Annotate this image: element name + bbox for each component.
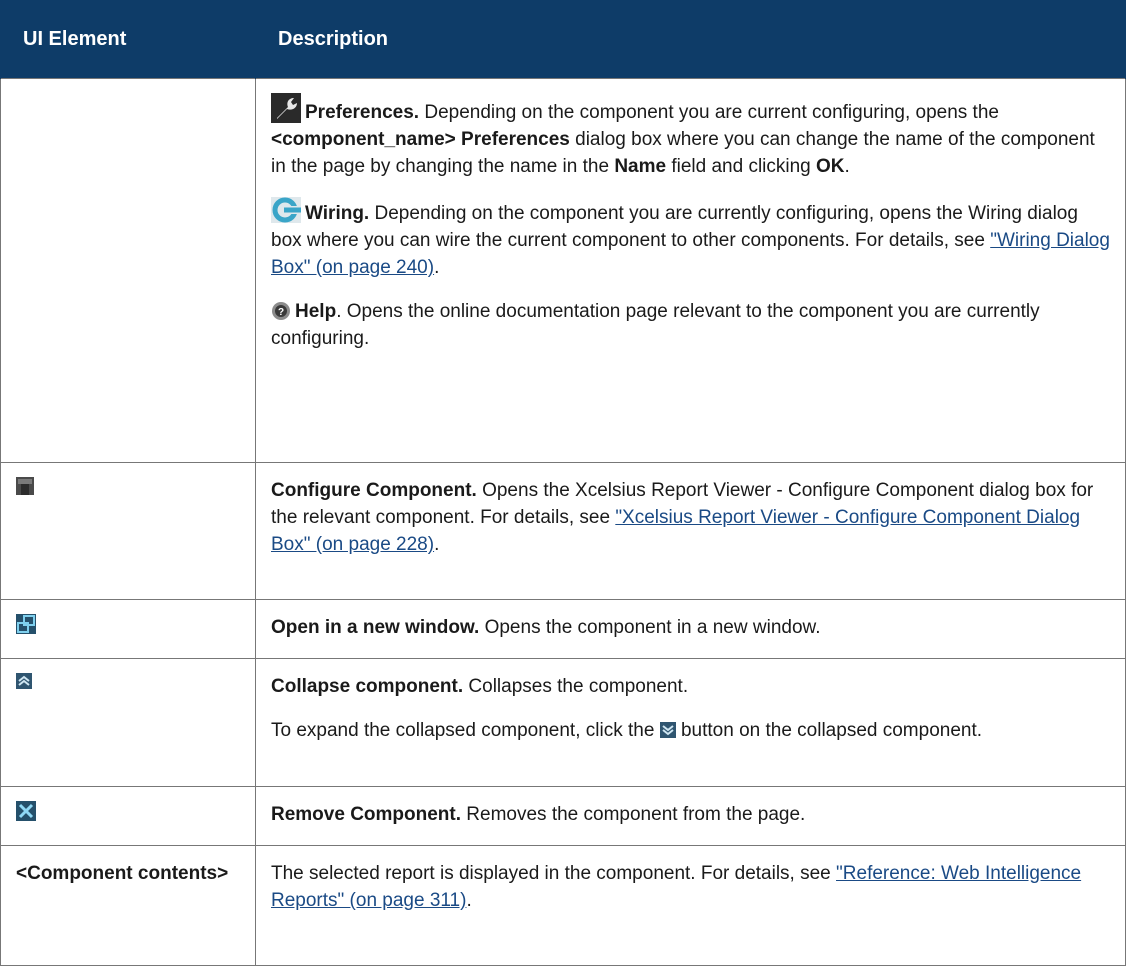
description-cell: Remove Component. Removes the component …: [255, 786, 1126, 846]
table-row: Collapse component. Collapses the compon…: [0, 658, 1126, 787]
remove-icon: [16, 801, 36, 821]
ui-element-cell: [0, 462, 256, 600]
ui-element-cell: [0, 78, 256, 463]
description-cell: Collapse component. Collapses the compon…: [255, 658, 1126, 787]
ui-element-cell: [0, 658, 256, 787]
preferences-text-3: field and clicking: [666, 156, 817, 177]
wiring-icon: [271, 197, 301, 223]
header-description: Description: [255, 0, 1126, 79]
ui-element-cell: [0, 786, 256, 846]
help-icon: ?: [272, 302, 290, 320]
preferences-text-4: .: [844, 156, 850, 177]
expand-paragraph: To expand the collapsed component, click…: [271, 717, 1110, 744]
wiring-title: Wiring.: [305, 203, 370, 224]
wrench-icon: [271, 93, 301, 123]
preferences-dialog-name: <component_name> Preferences: [271, 129, 570, 150]
expand-text-2: button on the collapsed component.: [675, 720, 983, 741]
description-cell: Configure Component. Opens the Xcelsius …: [255, 462, 1126, 600]
table-header-row: UI Element Description: [0, 0, 1126, 79]
collapse-paragraph: Collapse component. Collapses the compon…: [271, 673, 1110, 700]
table-row: Open in a new window. Opens the componen…: [0, 599, 1126, 659]
contents-paragraph: The selected report is displayed in the …: [271, 860, 1110, 914]
table-row: <Component contents> The selected report…: [0, 845, 1126, 966]
preferences-paragraph: Preferences. Depending on the component …: [271, 93, 1110, 180]
expand-icon: [659, 722, 676, 738]
ui-element-cell: <Component contents>: [0, 845, 256, 966]
help-title: Help: [295, 301, 337, 322]
component-contents-label: <Component contents>: [16, 863, 229, 884]
remove-title: Remove Component.: [271, 804, 462, 825]
table-row: Preferences. Depending on the component …: [0, 78, 1126, 463]
table-row: Remove Component. Removes the component …: [0, 786, 1126, 846]
wiring-text-2: .: [434, 257, 440, 278]
configure-text-2: .: [434, 534, 440, 555]
wiring-paragraph: Wiring. Depending on the component you a…: [271, 197, 1110, 281]
ui-element-cell: [0, 599, 256, 659]
ok-label: OK: [816, 156, 845, 177]
name-field-label: Name: [614, 156, 667, 177]
preferences-title: Preferences.: [305, 102, 420, 123]
contents-text-2: .: [466, 890, 472, 911]
ui-element-table: UI Element Description Preferences. Depe…: [0, 0, 1126, 966]
preferences-text: Depending on the component you are curre…: [419, 102, 999, 123]
new-window-paragraph: Open in a new window. Opens the componen…: [271, 614, 1110, 641]
collapse-text: Collapses the component.: [463, 676, 689, 697]
wiring-text: Depending on the component you are curre…: [271, 203, 1078, 251]
configure-paragraph: Configure Component. Opens the Xcelsius …: [271, 477, 1110, 558]
header-ui-element: UI Element: [0, 0, 256, 79]
svg-text:?: ?: [278, 307, 284, 318]
help-text: . Opens the online documentation page re…: [271, 301, 1040, 349]
configure-icon: [16, 477, 34, 495]
expand-text: To expand the collapsed component, click…: [271, 720, 660, 741]
help-paragraph: ? Help. Opens the online documentation p…: [271, 298, 1110, 352]
collapse-title: Collapse component.: [271, 676, 464, 697]
description-cell: Open in a new window. Opens the componen…: [255, 599, 1126, 659]
new-window-icon: [16, 614, 36, 634]
collapse-icon: [16, 673, 32, 689]
remove-text: Removes the component from the page.: [461, 804, 806, 825]
new-window-text: Opens the component in a new window.: [479, 617, 821, 638]
description-cell: The selected report is displayed in the …: [255, 845, 1126, 966]
description-cell: Preferences. Depending on the component …: [255, 78, 1126, 463]
contents-text: The selected report is displayed in the …: [271, 863, 837, 884]
table-row: Configure Component. Opens the Xcelsius …: [0, 462, 1126, 600]
configure-title: Configure Component.: [271, 480, 477, 501]
remove-paragraph: Remove Component. Removes the component …: [271, 801, 1110, 828]
new-window-title: Open in a new window.: [271, 617, 480, 638]
